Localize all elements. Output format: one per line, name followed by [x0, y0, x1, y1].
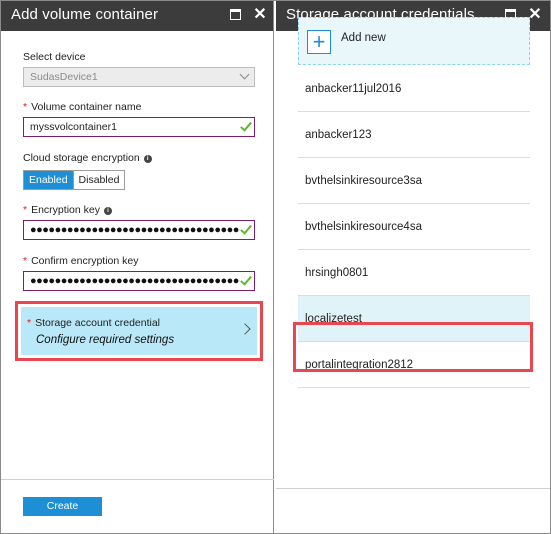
account-list: anbacker11jul2016 anbacker123 bvthelsink… — [298, 66, 530, 388]
volume-name-input[interactable]: myssvolcontainer1 — [23, 117, 255, 137]
add-new-label: Add new — [341, 32, 386, 44]
encryption-key-value: ●●●●●●●●●●●●●●●●●●●●●●●●●●●●●●●●●●●●●●●● — [30, 224, 240, 236]
encryption-toggle: Enabled Disabled — [23, 170, 126, 190]
info-icon[interactable]: i — [103, 207, 112, 215]
blade-header: Add volume container ✕ — [1, 1, 273, 31]
close-icon[interactable]: ✕ — [252, 7, 268, 23]
chevron-right-icon — [239, 323, 251, 335]
volume-name-value: myssvolcontainer1 — [30, 121, 117, 133]
storage-credentials-blade: Storage account credentials ✕ + Add new … — [276, 1, 550, 533]
checkmark-icon — [240, 222, 252, 235]
encryption-label-text: Cloud storage encryption — [23, 152, 140, 164]
confirm-key-value: ●●●●●●●●●●●●●●●●●●●●●●●●●●●●●●●●●●●●●●●● — [30, 275, 240, 287]
confirm-key-label-text: Confirm encryption key — [31, 255, 139, 267]
credential-label: * Storage account credential — [27, 317, 161, 329]
storage-credential-tile[interactable]: * Storage account credential Configure re… — [21, 307, 257, 355]
encryption-key-input[interactable]: ●●●●●●●●●●●●●●●●●●●●●●●●●●●●●●●●●●●●●●●● — [23, 220, 255, 240]
blade-title: Add volume container — [11, 6, 159, 23]
disabled-option[interactable]: Disabled — [72, 171, 125, 189]
select-device-label: Select device — [23, 51, 86, 63]
plus-icon: + — [307, 30, 331, 54]
list-item[interactable]: bvthelsinkiresource3sa — [298, 158, 530, 204]
list-item[interactable]: anbacker123 — [298, 112, 530, 158]
checkmark-icon — [240, 273, 252, 286]
list-item[interactable]: bvthelsinkiresource4sa — [298, 204, 530, 250]
volume-name-label-text: Volume container name — [31, 101, 142, 113]
select-device-value: SudasDevice1 — [30, 71, 98, 83]
add-new-button[interactable]: + Add new — [298, 17, 530, 65]
info-icon[interactable]: i — [143, 155, 152, 163]
confirm-key-label: * Confirm encryption key — [23, 255, 139, 267]
footer-divider — [276, 488, 550, 489]
list-item-selected[interactable]: localizetest — [298, 296, 530, 342]
create-button[interactable]: Create — [23, 497, 102, 516]
maximize-icon[interactable] — [228, 7, 244, 23]
list-item[interactable]: anbacker11jul2016 — [298, 66, 530, 112]
enabled-option[interactable]: Enabled — [24, 171, 73, 189]
confirm-key-input[interactable]: ●●●●●●●●●●●●●●●●●●●●●●●●●●●●●●●●●●●●●●●● — [23, 271, 255, 291]
list-item[interactable]: hrsingh0801 — [298, 250, 530, 296]
credential-label-text: Storage account credential — [35, 317, 161, 329]
add-volume-container-blade: Add volume container ✕ Select device Sud… — [1, 1, 274, 533]
encryption-key-label-text: Encryption key — [31, 204, 100, 216]
footer-divider — [1, 479, 274, 480]
chevron-down-icon — [239, 69, 250, 80]
encryption-key-label: * Encryption key i — [23, 204, 112, 216]
list-item[interactable]: portalintegration2812 — [298, 342, 530, 388]
select-device-dropdown[interactable]: SudasDevice1 — [23, 67, 255, 87]
storage-credential-highlight: * Storage account credential Configure re… — [15, 301, 263, 361]
volume-name-label: * Volume container name — [23, 101, 142, 113]
checkmark-icon — [240, 119, 252, 132]
credential-subtitle: Configure required settings — [36, 334, 175, 346]
encryption-label: Cloud storage encryption i — [23, 152, 152, 164]
